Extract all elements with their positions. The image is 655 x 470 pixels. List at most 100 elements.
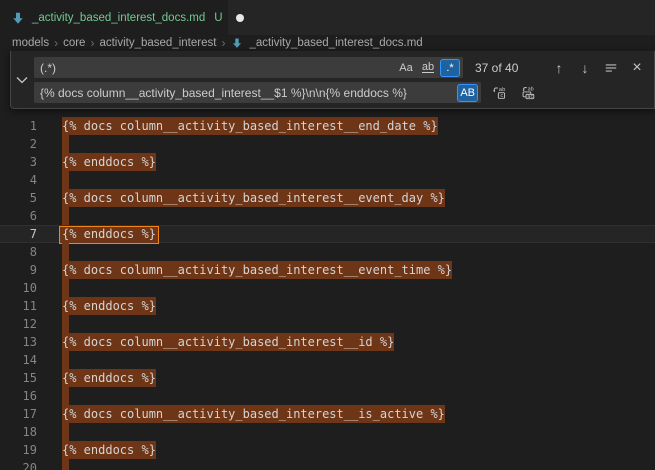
line-number: 16 xyxy=(0,387,37,405)
find-match-highlight: {% docs column__activity_based_interest_… xyxy=(62,261,452,279)
line-number: 3 xyxy=(0,153,37,171)
empty-line-match-highlight xyxy=(62,279,69,297)
find-match-highlight: {% docs column__activity_based_interest_… xyxy=(62,117,438,135)
line-number: 8 xyxy=(0,243,37,261)
code-text xyxy=(62,423,69,441)
line-number: 15 xyxy=(0,369,37,387)
line-number: 20 xyxy=(0,459,37,470)
line-number: 11 xyxy=(0,297,37,315)
breadcrumb-item-core[interactable]: core xyxy=(63,37,85,49)
empty-line-match-highlight xyxy=(62,135,69,153)
vscode-window: _activity_based_interest_docs.md U model… xyxy=(0,0,655,470)
breadcrumb-item-activity-based-interest[interactable]: activity_based_interest xyxy=(99,37,216,49)
code-text: {% docs column__activity_based_interest_… xyxy=(62,405,445,423)
find-match-highlight: {% docs column__activity_based_interest_… xyxy=(62,405,445,423)
breadcrumb-item-file[interactable]: _activity_based_interest_docs.md xyxy=(249,37,422,49)
line-number: 5 xyxy=(0,189,37,207)
code-line[interactable]: 8 xyxy=(0,243,655,261)
code-text: {% enddocs %} xyxy=(62,441,156,459)
modified-indicator-dot[interactable] xyxy=(236,14,244,22)
next-match-button[interactable]: ↓ xyxy=(574,58,596,78)
code-text: {% docs column__activity_based_interest_… xyxy=(62,261,452,279)
match-count: 37 of 40 xyxy=(475,61,518,75)
find-widget-rows: (.*) Aa ab .* 37 of 40 ↑ ↓ xyxy=(32,51,654,108)
find-nav-buttons: ↑ ↓ × xyxy=(544,58,648,78)
line-number: 1 xyxy=(0,117,37,135)
find-match-highlight: {% docs column__activity_based_interest_… xyxy=(62,333,394,351)
code-line[interactable]: 4 xyxy=(0,171,655,189)
code-line[interactable]: 2 xyxy=(0,135,655,153)
empty-line-match-highlight xyxy=(62,171,69,189)
code-text xyxy=(62,135,69,153)
match-case-toggle[interactable]: Aa xyxy=(396,59,416,77)
code-line[interactable]: 5 {% docs column__activity_based_interest… xyxy=(0,189,655,207)
code-line[interactable]: 1 {% docs column__activity_based_interest… xyxy=(0,117,655,135)
toggle-replace-button[interactable] xyxy=(11,51,32,108)
empty-line-match-highlight xyxy=(62,423,69,441)
empty-line-match-highlight xyxy=(62,315,69,333)
code-text xyxy=(62,351,69,369)
tab-title: _activity_based_interest_docs.md xyxy=(32,12,205,24)
code-text: {% enddocs %} xyxy=(62,297,156,315)
markdown-file-icon xyxy=(10,10,26,26)
find-match-highlight: {% enddocs %} xyxy=(62,441,156,459)
svg-text:ab: ab xyxy=(527,86,533,92)
markdown-file-icon xyxy=(230,36,244,50)
find-input-value: (.*) xyxy=(40,61,392,75)
find-match-highlight: {% docs column__activity_based_interest_… xyxy=(62,189,445,207)
code-line[interactable]: 6 xyxy=(0,207,655,225)
code-line[interactable]: 13 {% docs column__activity_based_interes… xyxy=(0,333,655,351)
code-line[interactable]: 3 {% enddocs %} xyxy=(0,153,655,171)
code-text: {% docs column__activity_based_interest_… xyxy=(62,117,438,135)
close-icon[interactable]: × xyxy=(626,58,648,78)
breadcrumb-item-models[interactable]: models xyxy=(12,37,49,49)
code-line[interactable]: 20 xyxy=(0,459,655,470)
code-line[interactable]: 9 {% docs column__activity_based_interest… xyxy=(0,261,655,279)
editor[interactable]: (.*) Aa ab .* 37 of 40 ↑ ↓ xyxy=(0,51,655,470)
svg-text:c: c xyxy=(500,93,503,99)
find-widget: (.*) Aa ab .* 37 of 40 ↑ ↓ xyxy=(10,51,655,109)
code-text: {% enddocs %} xyxy=(62,369,156,387)
line-number: 9 xyxy=(0,261,37,279)
replace-input[interactable]: {% docs column__activity_based_interest_… xyxy=(34,82,481,103)
code-line[interactable]: 11 {% enddocs %} xyxy=(0,297,655,315)
replace-all-button[interactable]: ab ac xyxy=(517,83,539,103)
code-text xyxy=(62,243,69,261)
preserve-case-toggle[interactable]: AB xyxy=(457,84,478,102)
line-number: 6 xyxy=(0,207,37,225)
previous-match-button[interactable]: ↑ xyxy=(548,58,570,78)
code-line[interactable]: 12 xyxy=(0,315,655,333)
code-lines: 1 {% docs column__activity_based_interest… xyxy=(0,117,655,470)
line-number: 17 xyxy=(0,405,37,423)
code-line[interactable]: 7 {% enddocs %} xyxy=(0,225,655,243)
find-input[interactable]: (.*) Aa ab .* xyxy=(34,57,463,78)
code-text: {% enddocs %} xyxy=(62,153,156,171)
code-text xyxy=(62,207,69,225)
line-number: 13 xyxy=(0,333,37,351)
line-number: 14 xyxy=(0,351,37,369)
current-find-match: {% enddocs %} xyxy=(59,226,159,244)
find-match-highlight: {% enddocs %} xyxy=(62,369,156,387)
svg-text:ac: ac xyxy=(527,94,533,100)
git-status-badge: U xyxy=(214,12,222,24)
find-match-highlight: {% enddocs %} xyxy=(62,153,156,171)
code-line[interactable]: 15 {% enddocs %} xyxy=(0,369,655,387)
empty-line-match-highlight xyxy=(62,459,69,470)
code-line[interactable]: 18 xyxy=(0,423,655,441)
find-in-selection-icon[interactable] xyxy=(600,58,622,78)
code-line[interactable]: 10 xyxy=(0,279,655,297)
replace-button[interactable]: ab c xyxy=(488,83,510,103)
tab-activity-docs[interactable]: _activity_based_interest_docs.md U xyxy=(0,0,228,35)
code-line[interactable]: 19{% enddocs %} xyxy=(0,441,655,459)
code-line[interactable]: 14 xyxy=(0,351,655,369)
whole-word-toggle[interactable]: ab xyxy=(418,59,438,77)
empty-line-match-highlight xyxy=(62,351,69,369)
code-line[interactable]: 17 {% docs column__activity_based_interes… xyxy=(0,405,655,423)
regex-toggle[interactable]: .* xyxy=(440,59,460,77)
line-number: 4 xyxy=(0,171,37,189)
code-text xyxy=(62,459,69,470)
svg-text:ab: ab xyxy=(498,87,505,93)
empty-line-match-highlight xyxy=(62,207,69,225)
code-line[interactable]: 16 xyxy=(0,387,655,405)
line-number: 7 xyxy=(0,225,37,243)
